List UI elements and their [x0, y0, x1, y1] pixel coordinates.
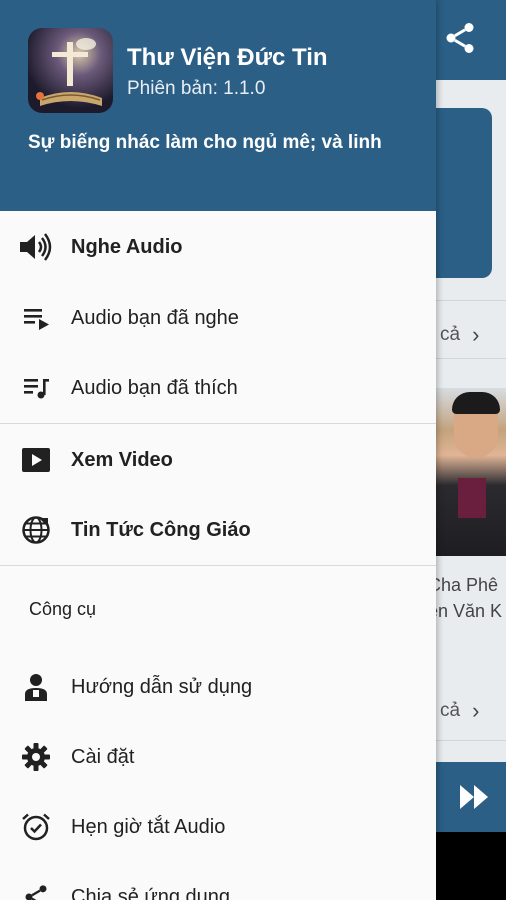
menu-item-watch-video[interactable]: Xem Video: [0, 425, 436, 495]
video-play-icon: [18, 442, 54, 478]
menu-label: Hẹn giờ tắt Audio: [71, 815, 226, 838]
speaker-icon: [18, 229, 54, 265]
navigation-drawer: Thư Viện Đức Tin Phiên bản: 1.1.0 Sự biế…: [0, 0, 436, 900]
thumbnail-collar: [458, 478, 486, 518]
menu-item-sleep-timer[interactable]: Hẹn giờ tắt Audio: [0, 792, 436, 862]
menu-label: Nghe Audio: [71, 235, 183, 258]
see-all-label: cả: [440, 324, 461, 345]
crucifix-icon: [36, 38, 102, 106]
daily-quote: Sự biếng nhác làm cho ngủ mê; và linh: [28, 132, 382, 153]
chevron-right-icon: ›: [472, 322, 480, 347]
section-title-tools: Công cụ: [29, 599, 97, 619]
caption-line-1: Cha Phê: [428, 575, 499, 595]
background-divider: [436, 300, 506, 301]
background-caption: Cha Phê ễn Văn K: [428, 572, 502, 624]
menu-item-settings[interactable]: Cài đặt: [0, 722, 436, 792]
background-player-bar: [436, 762, 506, 832]
menu-label: Tin Tức Công Giáo: [71, 518, 251, 541]
background-bottom-bar: [436, 832, 506, 900]
background-see-all-1[interactable]: cả ›: [440, 322, 479, 348]
app-title: Thư Viện Đức Tin: [127, 44, 328, 71]
caption-line-2: ễn Văn K: [428, 601, 503, 621]
drawer-header: Thư Viện Đức Tin Phiên bản: 1.1.0 Sự biế…: [0, 0, 436, 211]
gear-icon: [18, 739, 54, 775]
app-version: Phiên bản: 1.1.0: [127, 78, 266, 99]
app-logo: [28, 28, 113, 113]
see-all-label: cả: [440, 700, 461, 721]
background-thumbnail[interactable]: [436, 388, 506, 556]
menu-item-share-app[interactable]: Chia sẻ ứng dụng: [0, 862, 436, 900]
menu-label: Audio bạn đã thích: [71, 376, 238, 399]
menu-label: Cài đặt: [71, 745, 135, 768]
queue-music-icon: [18, 370, 54, 406]
background-divider: [436, 740, 506, 741]
alarm-check-icon: [18, 809, 54, 845]
share-icon[interactable]: [442, 20, 478, 56]
share-icon: [18, 879, 54, 900]
menu-label: Hướng dẫn sử dụng: [71, 675, 253, 698]
menu-item-user-guide[interactable]: Hướng dẫn sử dụng: [0, 652, 436, 722]
menu-item-catholic-news[interactable]: Tin Tức Công Giáo: [0, 495, 436, 565]
background-divider: [436, 358, 506, 359]
fast-forward-icon[interactable]: [458, 782, 490, 812]
menu-label: Audio bạn đã nghe: [71, 306, 239, 329]
globe-icon: [18, 512, 54, 548]
chevron-right-icon: ›: [472, 698, 480, 723]
menu-divider: [0, 423, 436, 424]
person-guide-icon: [18, 669, 54, 705]
menu-label: Xem Video: [71, 448, 173, 471]
thumbnail-hair: [452, 392, 500, 414]
menu-label: Chia sẻ ứng dụng: [71, 885, 231, 900]
menu-divider: [0, 565, 436, 566]
background-see-all-2[interactable]: cả ›: [440, 698, 479, 724]
menu-item-liked-audio[interactable]: Audio bạn đã thích: [0, 353, 436, 423]
menu-item-heard-audio[interactable]: Audio bạn đã nghe: [0, 283, 436, 353]
playlist-play-icon: [18, 300, 54, 336]
menu-item-listen-audio[interactable]: Nghe Audio: [0, 212, 436, 282]
